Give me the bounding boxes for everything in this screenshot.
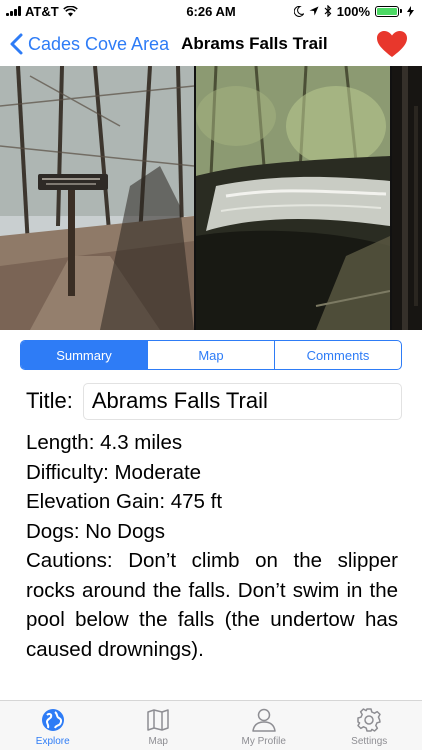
- gear-icon: [357, 708, 381, 732]
- location-icon: [309, 6, 319, 16]
- difficulty-text: Difficulty: Moderate: [26, 460, 202, 484]
- battery-icon: [375, 5, 402, 17]
- signal-icon: [6, 6, 21, 16]
- globe-icon: [41, 709, 64, 731]
- navigation-bar: Cades Cove Area Abrams Falls Trail: [0, 22, 422, 66]
- title-row: Title:: [26, 382, 402, 420]
- title-label: Title:: [26, 388, 73, 413]
- next-photo-preview[interactable]: [392, 66, 422, 330]
- length-text: Length: 4.3 miles: [26, 431, 183, 454]
- tab-map[interactable]: Map: [147, 341, 274, 369]
- carrier-label: AT&T: [25, 3, 59, 19]
- tab-bar-explore[interactable]: Explore: [0, 701, 106, 750]
- moon-icon: [293, 5, 304, 17]
- page-title: Abrams Falls Trail: [181, 34, 328, 53]
- battery-percent: 100%: [336, 3, 370, 19]
- bluetooth-icon: [324, 5, 332, 17]
- tab-bar-map-label: Map: [148, 736, 168, 747]
- wifi-icon: [62, 5, 78, 16]
- status-left: AT&T: [6, 4, 78, 19]
- status-bar: AT&T 6:26 AM 100%: [0, 0, 422, 22]
- segmented-control: Summary Map Comments: [20, 340, 402, 370]
- tab-bar-settings-label: Settings: [351, 736, 388, 747]
- title-field[interactable]: [82, 382, 402, 420]
- cautions-text: Cautions: Don’t climb on the slipper roc…: [26, 549, 398, 661]
- person-icon: [252, 708, 276, 732]
- tab-comments[interactable]: Comments: [274, 341, 401, 369]
- back-button[interactable]: Cades Cove Area: [8, 32, 169, 56]
- trail-details: Length: 4.3 miles Difficulty: Moderate E…: [26, 428, 398, 664]
- tab-bar-settings[interactable]: Settings: [317, 701, 422, 750]
- charging-icon: [407, 5, 414, 17]
- creek-photo[interactable]: [196, 66, 390, 330]
- chevron-left-icon: [10, 33, 23, 55]
- tab-bar-profile-label: My Profile: [241, 736, 286, 747]
- tab-summary[interactable]: Summary: [21, 341, 147, 369]
- tab-bar: Explore Map My Profile Settings: [0, 700, 422, 750]
- dogs-text: Dogs: No Dogs: [26, 519, 166, 543]
- tab-bar-profile[interactable]: My Profile: [211, 701, 317, 750]
- tab-bar-map[interactable]: Map: [106, 701, 212, 750]
- trail-sign-photo[interactable]: [0, 66, 194, 330]
- photo-gallery[interactable]: [0, 66, 422, 330]
- elevation-text: Elevation Gain: 475 ft: [26, 490, 223, 513]
- tab-bar-explore-label: Explore: [35, 736, 70, 747]
- map-icon: [147, 709, 169, 731]
- status-right: 100%: [293, 3, 414, 19]
- favorite-heart-icon[interactable]: [376, 30, 408, 58]
- status-time: 6:26 AM: [186, 3, 236, 19]
- back-label: Cades Cove Area: [28, 33, 170, 54]
